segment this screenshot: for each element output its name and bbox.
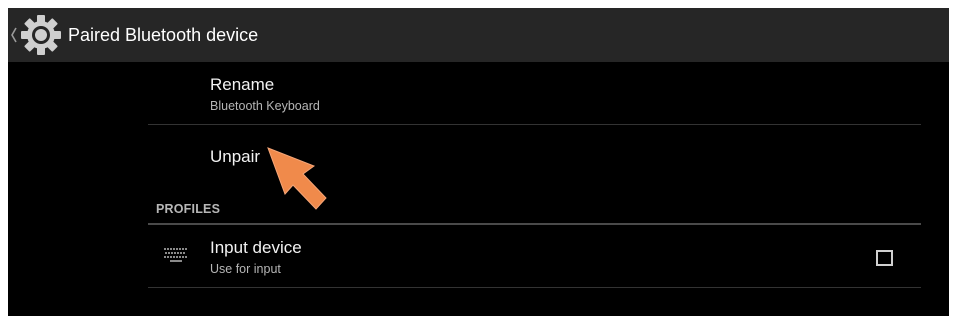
rename-title: Rename xyxy=(210,75,275,94)
profiles-header: PROFILES xyxy=(148,197,921,223)
up-navigation-button[interactable] xyxy=(8,8,64,62)
input-device-title: Input device xyxy=(210,238,302,257)
keyboard-icon xyxy=(164,248,187,262)
rename-item[interactable]: Rename Bluetooth Keyboard xyxy=(148,62,921,124)
profiles-header-label: PROFILES xyxy=(156,202,221,216)
settings-screen: Paired Bluetooth device Rename Bluetooth… xyxy=(8,8,949,316)
input-device-summary: Use for input xyxy=(210,262,281,276)
input-device-checkbox[interactable] xyxy=(876,250,893,266)
gear-icon xyxy=(21,15,61,55)
list-divider xyxy=(148,287,921,288)
page-title: Paired Bluetooth device xyxy=(68,25,259,45)
unpair-item[interactable]: Unpair xyxy=(148,125,921,197)
chevron-left-icon xyxy=(11,27,17,43)
rename-summary: Bluetooth Keyboard xyxy=(210,99,320,113)
action-bar: Paired Bluetooth device xyxy=(8,8,949,62)
unpair-title: Unpair xyxy=(210,147,261,166)
settings-list: Rename Bluetooth Keyboard Unpair PROFILE… xyxy=(148,62,921,288)
input-device-item[interactable]: Input device Use for input xyxy=(148,225,921,287)
